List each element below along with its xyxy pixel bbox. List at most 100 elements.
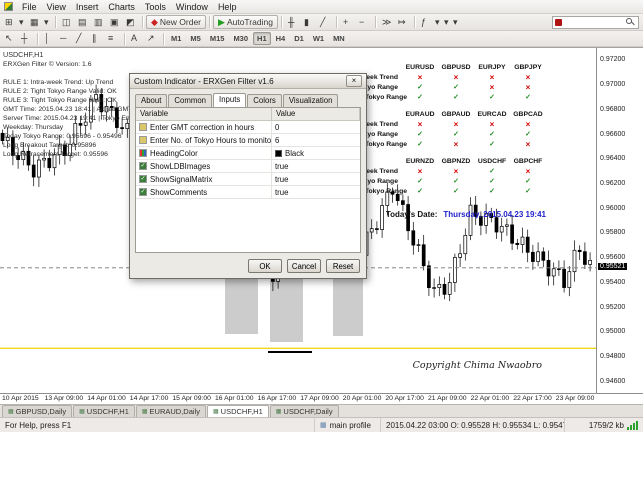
input-row[interactable]: Enter GMT correction in hours 0 <box>136 121 360 134</box>
horizontal-line[interactable]: ─ <box>57 32 73 46</box>
equidistant-channel[interactable]: ∥ <box>89 32 105 46</box>
dialog-tab-inputs[interactable]: Inputs <box>213 93 247 107</box>
price-axis-label: 0.95600 <box>600 254 626 262</box>
chart-tab-usdchf-daily[interactable]: ▦ USDCHF,Daily <box>269 405 339 417</box>
menu-charts[interactable]: Charts <box>103 2 140 12</box>
time-axis[interactable]: 10 Apr 2015 13 Apr 09:00 14 Apr 01:00 14 Ap… <box>0 393 643 404</box>
value-cell[interactable]: true <box>272 186 360 198</box>
menu-tools[interactable]: Tools <box>140 2 171 12</box>
profiles[interactable]: ▦ <box>27 15 43 29</box>
auto-scroll[interactable]: ≫ <box>379 15 395 29</box>
timeframe-m15[interactable]: M15 <box>206 32 229 45</box>
fibonacci-retracement[interactable]: ≡ <box>105 32 121 46</box>
close-icon[interactable]: × <box>346 75 362 87</box>
time-axis-label: 17 Apr 09:00 <box>300 395 339 402</box>
templates-dropdown[interactable]: ▾ <box>452 15 461 29</box>
main-toolbar: ⊞ ▾ ▦ ▾ ◫ ▤ ▥ ▣ ◩ ◆ New Order ▶ AutoTrading ╫ ▮ ╱ + − ≫ ↦ ƒ ▾… <box>0 14 643 31</box>
value-cell[interactable]: 0 <box>272 121 360 133</box>
value-cell[interactable]: Black <box>272 147 360 159</box>
horizontal-line-icon: ─ <box>60 33 67 43</box>
variable-name: Enter GMT correction in hours <box>150 122 255 132</box>
time-axis-label: 16 Apr 01:00 <box>215 395 254 402</box>
chart-tab-gbpusd-daily[interactable]: ▦ GBPUSD,Daily <box>2 405 73 417</box>
dialog-tab-about[interactable]: About <box>135 94 168 108</box>
value-text: 0 <box>275 122 280 132</box>
zoom-in[interactable]: + <box>340 15 356 29</box>
price-axis-label: 0.96600 <box>600 130 626 138</box>
dialog-tab-visualization[interactable]: Visualization <box>282 94 339 108</box>
check-mark-icon: ✓ <box>453 188 459 195</box>
fibonacci-retracement-icon: ≡ <box>108 33 114 43</box>
periods-dropdown[interactable]: ▾ <box>443 15 452 29</box>
cursor[interactable]: ↖ <box>2 32 18 46</box>
timeframe-m30[interactable]: M30 <box>229 32 252 45</box>
input-row[interactable]: ✓ ShowSignalMatrix true <box>136 173 360 186</box>
input-row[interactable]: Enter No. of Tokyo Hours to monitor 6 <box>136 134 360 147</box>
new-chart[interactable]: ⊞ <box>2 15 18 29</box>
menu-file[interactable]: File <box>17 2 42 12</box>
input-row[interactable]: ✓ ShowComments true <box>136 186 360 199</box>
search-box[interactable] <box>552 15 639 29</box>
dialog-reset-button[interactable]: Reset <box>326 259 360 273</box>
zoom-in-icon: + <box>342 16 349 27</box>
dialog-tab-common[interactable]: Common <box>168 94 213 108</box>
menu-view[interactable]: View <box>42 2 71 12</box>
navigator[interactable]: ▥ <box>91 15 107 29</box>
menu-window[interactable]: Window <box>171 2 213 12</box>
menu-insert[interactable]: Insert <box>71 2 104 12</box>
terminal[interactable]: ▣ <box>107 15 123 29</box>
input-row[interactable]: ✓ ShowLDBImages true <box>136 160 360 173</box>
indicators[interactable]: ƒ <box>418 15 434 29</box>
chart-bars[interactable]: ╫ <box>285 15 301 29</box>
dialog-cancel-button[interactable]: Cancel <box>287 259 321 273</box>
timeframe-h4[interactable]: H4 <box>272 32 290 45</box>
variable-cell: Enter No. of Tokyo Hours to monitor <box>136 134 272 146</box>
status-profile[interactable]: ▦ main profile <box>315 418 381 432</box>
timeframe-m1[interactable]: M1 <box>167 32 185 45</box>
timeframe-h1[interactable]: H1 <box>253 32 271 45</box>
strategy-tester[interactable]: ◩ <box>123 15 139 29</box>
crosshair[interactable]: ┼ <box>18 32 34 46</box>
dialog-tab-colors[interactable]: Colors <box>247 94 282 108</box>
chart-tab-usdchf-h1[interactable]: ▦ USDCHF,H1 <box>206 405 269 417</box>
bool-param-icon: ✓ <box>139 188 147 196</box>
trendline[interactable]: ╱ <box>73 32 89 46</box>
timeframe-mn[interactable]: MN <box>329 32 349 45</box>
market-watch[interactable]: ◫ <box>59 15 75 29</box>
search-input[interactable] <box>564 16 622 28</box>
text-label[interactable]: A <box>128 32 144 46</box>
value-cell[interactable]: true <box>272 160 360 172</box>
search-button[interactable] <box>624 17 636 28</box>
timeframe-w1[interactable]: W1 <box>309 32 328 45</box>
timeframe-d1[interactable]: D1 <box>290 32 308 45</box>
dialog-title-bar[interactable]: Custom Indicator - ERXGen Filter v1.6 × <box>130 74 366 89</box>
chart-candlesticks[interactable]: ▮ <box>301 15 317 29</box>
chart-tab-euraud-daily[interactable]: ▦ EURAUD,Daily <box>135 405 206 417</box>
autotrading-button[interactable]: ▶ AutoTrading <box>213 15 278 29</box>
data-window[interactable]: ▤ <box>75 15 91 29</box>
vertical-line[interactable]: │ <box>41 32 57 46</box>
value-cell[interactable]: 6 <box>272 134 360 146</box>
price-axis-label: 0.95000 <box>600 328 626 336</box>
check-mark-icon: ✓ <box>417 178 423 185</box>
time-axis-label: 21 Apr 09:00 <box>428 395 467 402</box>
timeframe-m5[interactable]: M5 <box>186 32 204 45</box>
arrow-objects[interactable]: ↗ <box>144 32 160 46</box>
new-order-button[interactable]: ◆ New Order <box>146 15 207 29</box>
zoom-out[interactable]: − <box>356 15 372 29</box>
chart-shift[interactable]: ↦ <box>395 15 411 29</box>
pair-header-usdchf: USDCHF <box>477 157 507 165</box>
price-axis[interactable]: 0.97200 0.97000 0.96800 0.96600 0.96400 0.962… <box>596 48 643 393</box>
input-row[interactable]: HeadingColor Black <box>136 147 360 160</box>
chart-line[interactable]: ╱ <box>317 15 333 29</box>
value-cell[interactable]: true <box>272 173 360 185</box>
time-axis-label: 22 Apr 17:00 <box>513 395 552 402</box>
new-chart-dropdown[interactable]: ▾ <box>18 15 27 29</box>
color-param-icon <box>139 149 147 157</box>
price-axis-label: 0.96200 <box>600 179 626 187</box>
menu-help[interactable]: Help <box>213 2 242 12</box>
indicators-dropdown[interactable]: ▾ <box>434 15 443 29</box>
chart-tab-usdchf-h1[interactable]: ▦ USDCHF,H1 <box>73 405 135 417</box>
dialog-ok-button[interactable]: OK <box>248 259 282 273</box>
profiles-dropdown[interactable]: ▾ <box>43 15 52 29</box>
